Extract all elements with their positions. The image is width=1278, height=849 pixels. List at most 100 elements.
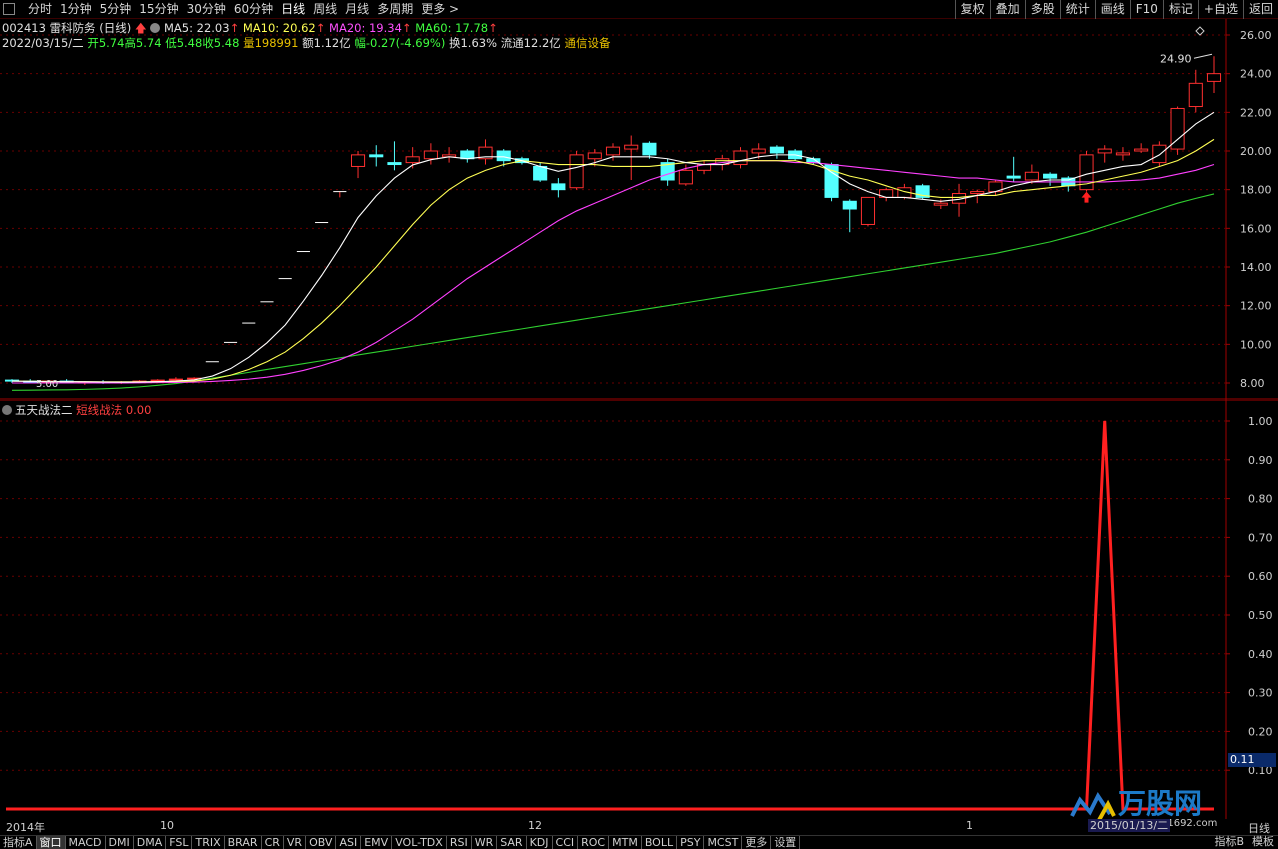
candle-body [1097, 148, 1112, 154]
candle-body [460, 150, 475, 160]
tab-0[interactable]: 分时 [24, 1, 56, 18]
candle-body [842, 200, 857, 210]
tab-8[interactable]: 月线 [341, 1, 373, 18]
tab-10[interactable]: 更多 > [417, 1, 463, 18]
indicator-tab-11[interactable]: ASI [336, 836, 362, 849]
max-price-label: 24.90 [1160, 52, 1192, 65]
crosshair-date-tip: 2015/01/13/二 [1088, 819, 1171, 832]
tab-5[interactable]: 60分钟 [230, 1, 277, 18]
toolbar-button-8[interactable]: 返回 [1242, 0, 1278, 19]
candle-body [496, 150, 511, 162]
tab-2[interactable]: 5分钟 [96, 1, 136, 18]
indicator-tab-0[interactable]: 指标A [0, 836, 37, 849]
ma60-line [11, 193, 1215, 391]
indicator-tick-label: 0.20 [1248, 725, 1273, 738]
candle-body [860, 196, 876, 225]
period-tabs: 分时 1分钟 5分钟 15分钟 30分钟 60分钟 日线 周线 月线 多周期 更多 > [24, 1, 463, 18]
indicator-tab-9[interactable]: VR [284, 836, 307, 849]
candle-body [605, 146, 621, 156]
indicator-tab-10[interactable]: OBV [306, 836, 337, 849]
indicator-tick-label: 0.30 [1248, 687, 1273, 700]
candle-body [587, 152, 602, 160]
min-price-label: 5.00 [36, 379, 58, 390]
indicator-tab-13[interactable]: VOL-TDX [392, 836, 447, 849]
candle-body [642, 142, 657, 156]
toolbar-button-5[interactable]: F10 [1129, 0, 1163, 19]
indicator-tab-12[interactable]: EMV [361, 836, 393, 849]
indicator-tab-22[interactable]: PSY [677, 836, 705, 849]
tab-7[interactable]: 周线 [309, 1, 341, 18]
toolbar-button-2[interactable]: 多股 [1024, 0, 1060, 19]
candle-body [569, 154, 584, 189]
toolbar-button-6[interactable]: 标记 [1162, 0, 1198, 19]
price-tick-label: 24.00 [1240, 68, 1272, 81]
indicator-tab-19[interactable]: ROC [578, 836, 610, 849]
x-label-10: 10 [160, 819, 174, 832]
indicator-chart[interactable]: 0.100.200.300.400.500.600.700.800.901.00 [0, 400, 1278, 819]
x-label-2014: 2014年 [6, 821, 45, 834]
indicator-tab-16[interactable]: SAR [497, 836, 527, 849]
indicator-tab-2[interactable]: MACD [66, 836, 106, 849]
indicator-tab-4[interactable]: DMA [134, 836, 167, 849]
tab-6[interactable]: 日线 [277, 1, 309, 18]
indicator-tabs-right: 指标B 模板 [1210, 835, 1278, 849]
indicator-tab-20[interactable]: MTM [609, 836, 642, 849]
indicator-tab-21[interactable]: BOLL [642, 836, 678, 849]
indicator-tab-23[interactable]: MCST [704, 836, 743, 849]
indicator-tab-25[interactable]: 设置 [771, 836, 801, 849]
x-label-12: 12 [528, 819, 542, 832]
toolbar-button-0[interactable]: 复权 [954, 0, 990, 19]
period-label: 日线 [1248, 822, 1270, 835]
indicator-tab-right-0[interactable]: 指标B [1210, 835, 1248, 849]
price-tick-label: 22.00 [1240, 106, 1272, 119]
indicator-tick-label: 0.50 [1248, 609, 1273, 622]
menu-icon[interactable] [3, 3, 15, 15]
candlestick-chart[interactable]: 8.00 10.00 12.00 14.00 16.00 18.00 20.00 22.00 2… [0, 19, 1278, 400]
candle-body [1006, 175, 1021, 179]
indicator-tab-8[interactable]: CR [262, 836, 284, 849]
candle-body [678, 169, 693, 185]
candle-body [751, 148, 766, 154]
candle-body [933, 202, 948, 206]
tab-3[interactable]: 15分钟 [135, 1, 182, 18]
tab-9[interactable]: 多周期 [373, 1, 417, 18]
indicator-tab-17[interactable]: KDJ [527, 836, 553, 849]
x-label-1: 1 [966, 819, 973, 832]
toolbar-button-1[interactable]: 叠加 [989, 0, 1025, 19]
toolbar-button-3[interactable]: 统计 [1059, 0, 1095, 19]
indicator-tab-14[interactable]: RSI [447, 836, 472, 849]
price-tick-label: 20.00 [1240, 145, 1272, 158]
price-tick-label: 8.00 [1240, 377, 1265, 390]
indicator-tick-label: 0.40 [1248, 648, 1273, 661]
indicator-tab-3[interactable]: DMI [106, 836, 134, 849]
indicator-tab-15[interactable]: WR [472, 836, 498, 849]
candle-body [369, 154, 384, 158]
candle-body [423, 150, 438, 160]
tab-1[interactable]: 1分钟 [56, 1, 96, 18]
toolbar-button-7[interactable]: +自选 [1197, 0, 1243, 19]
indicator-tab-right-1[interactable]: 模板 [1248, 835, 1278, 849]
indicator-tick-label: 0.70 [1248, 531, 1273, 544]
top-toolbar: 分时 1分钟 5分钟 15分钟 30分钟 60分钟 日线 周线 月线 多周期 更多 > 复权 叠加 多股… [0, 0, 1278, 19]
candle-body [1188, 82, 1203, 108]
toolbar-button-4[interactable]: 画线 [1094, 0, 1130, 19]
max-price-arrow-icon [1193, 53, 1213, 59]
diamond-icon [1195, 26, 1205, 36]
watermark-text: 万股网 [1118, 787, 1203, 820]
indicator-tab-18[interactable]: CCI [553, 836, 579, 849]
indicator-tab-5[interactable]: FSL [166, 836, 193, 849]
candle-body [970, 191, 985, 195]
indicator-tab-24[interactable]: 更多 [742, 836, 772, 849]
price-tick-label: 18.00 [1240, 184, 1272, 197]
price-tick-label: 10.00 [1240, 338, 1272, 351]
indicator-tab-7[interactable]: BRAR [225, 836, 262, 849]
candle-body [350, 154, 366, 167]
indicator-tabs: 指标A 窗口 MACD DMI DMA FSL TRIX BRAR CR VR OBV ASI EMV V… [0, 835, 1278, 849]
candle-body [1152, 144, 1167, 164]
candle-body [551, 183, 566, 191]
candle-body [533, 165, 548, 181]
candle-body [405, 156, 420, 164]
tab-4[interactable]: 30分钟 [183, 1, 230, 18]
indicator-tab-6[interactable]: TRIX [192, 836, 225, 849]
indicator-tab-1[interactable]: 窗口 [36, 836, 66, 849]
